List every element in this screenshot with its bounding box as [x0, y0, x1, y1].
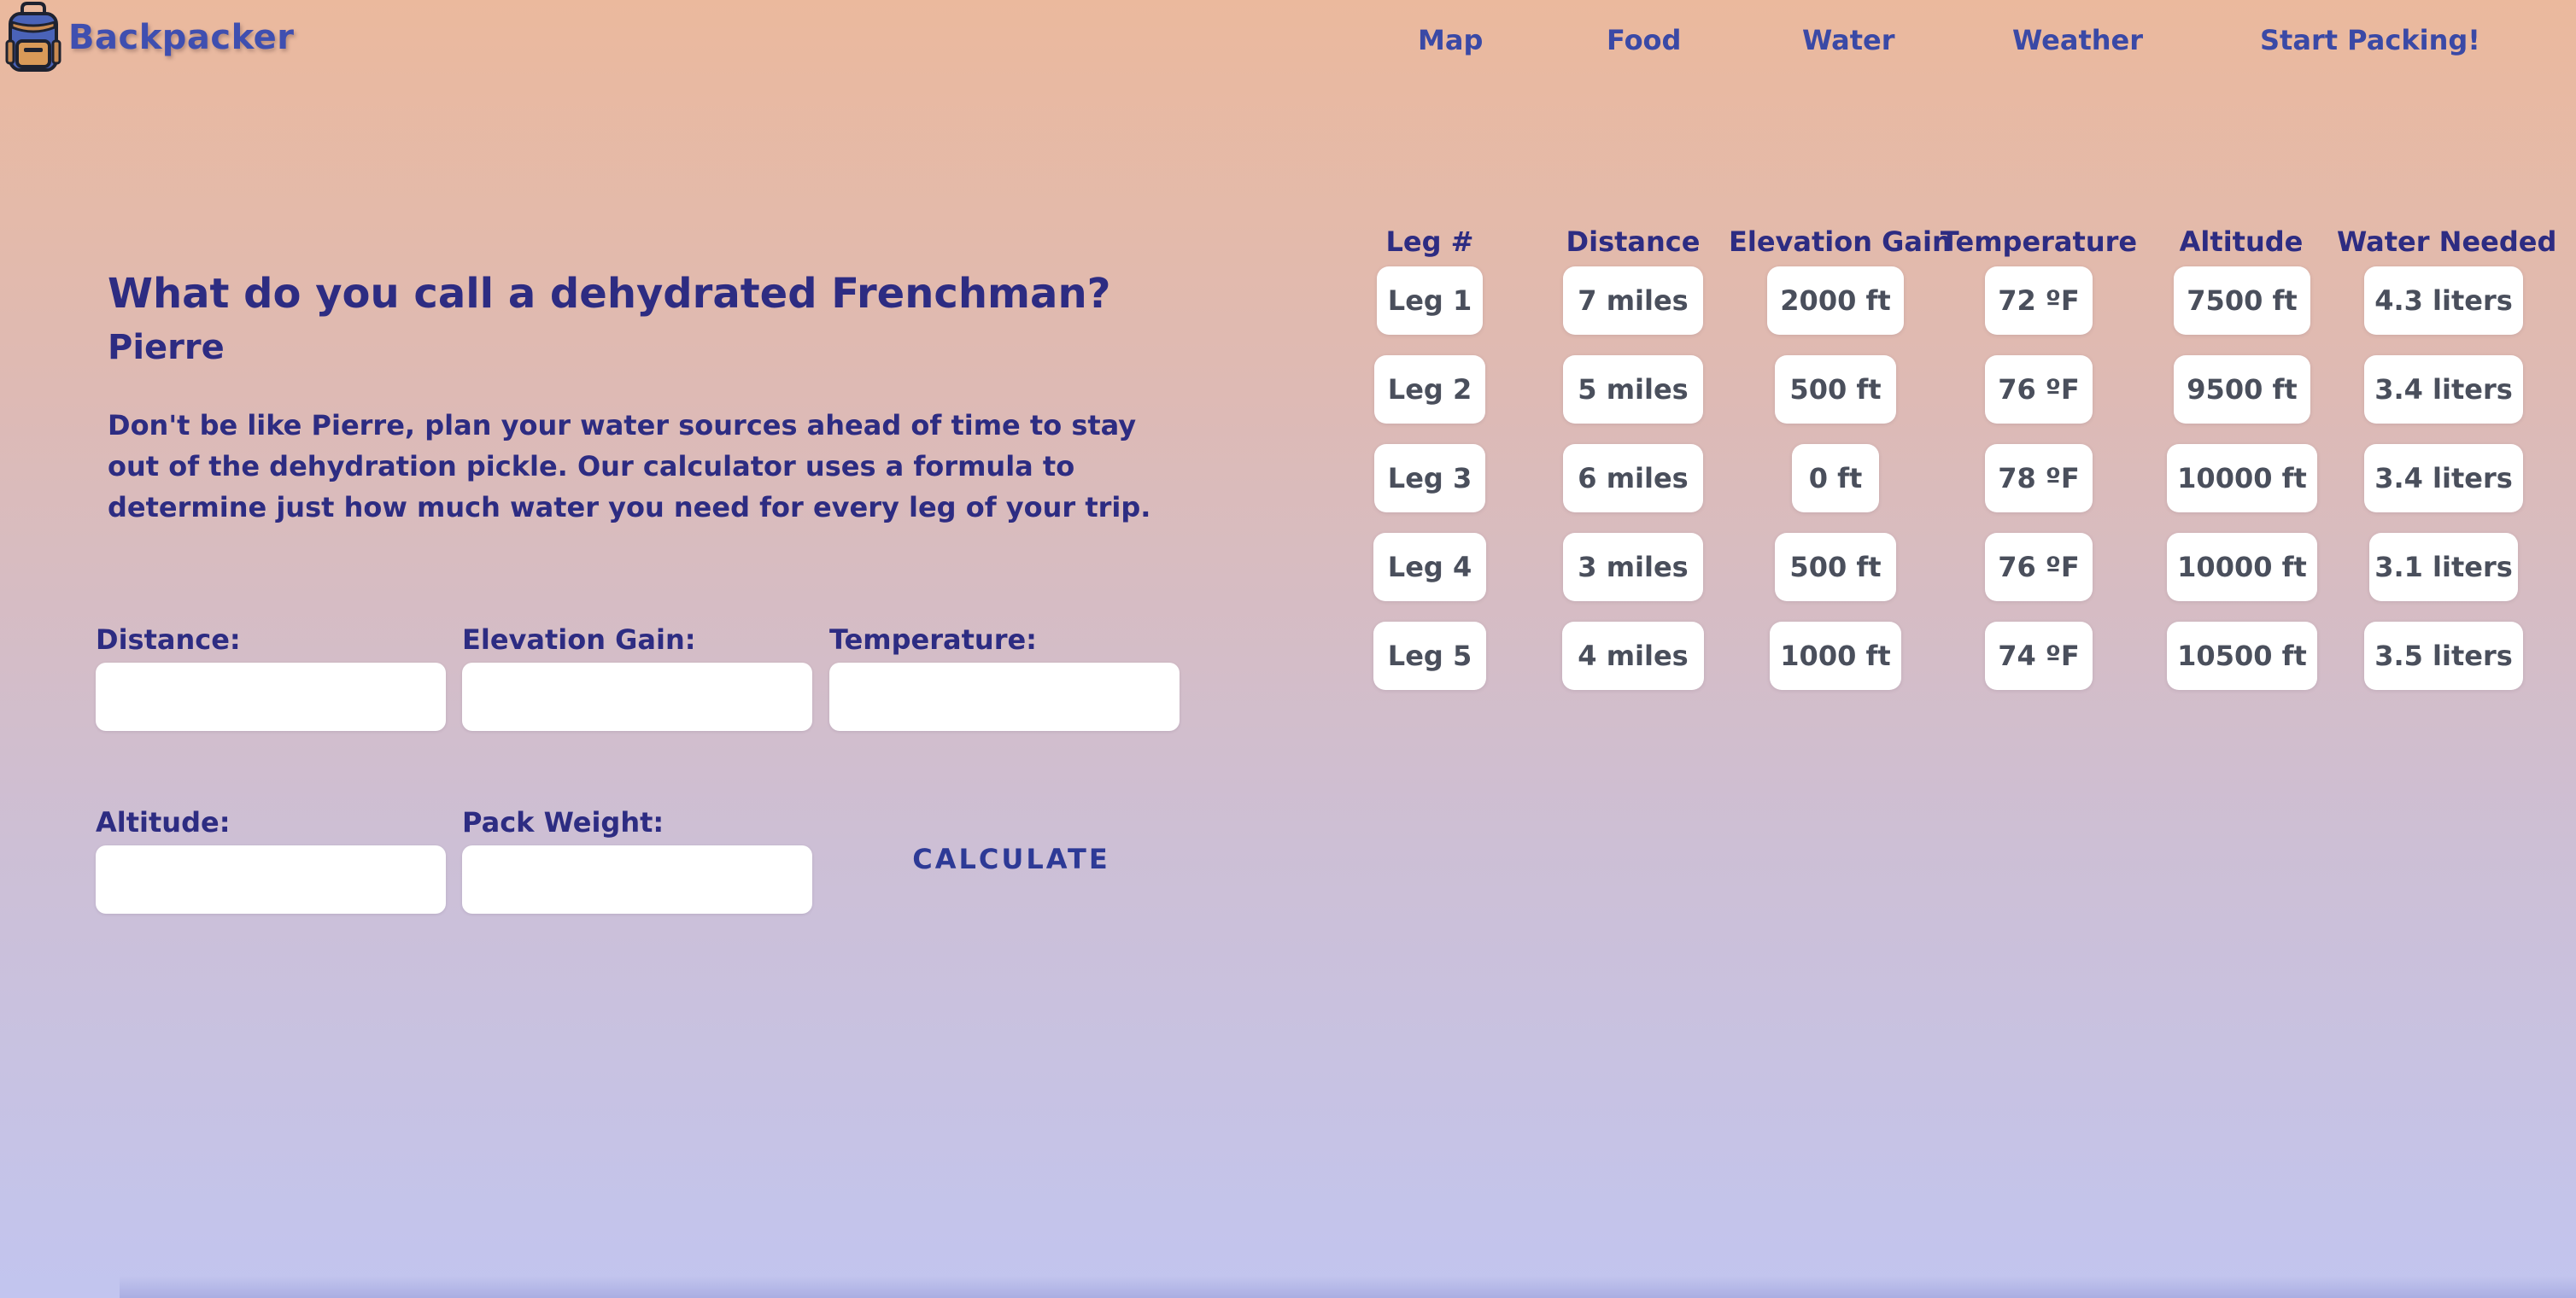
- cell-distance: 7 miles: [1563, 266, 1703, 335]
- column-header-water-needed: Water Needed: [2337, 225, 2557, 258]
- distance-input[interactable]: [96, 663, 446, 731]
- cell-leg: Leg 2: [1374, 355, 1485, 424]
- temperature-input[interactable]: [829, 663, 1180, 731]
- cell-leg: Leg 3: [1374, 444, 1485, 512]
- column-header-altitude: Altitude: [2179, 225, 2304, 258]
- cell-elevation-gain: 2000 ft: [1767, 266, 1904, 335]
- altitude-input[interactable]: [96, 845, 446, 914]
- cell-elevation-gain: 500 ft: [1775, 533, 1896, 601]
- cell-leg: Leg 1: [1377, 266, 1483, 335]
- column-header-distance: Distance: [1566, 225, 1701, 258]
- brand[interactable]: Backpacker: [5, 2, 295, 73]
- joke-answer: Pierre: [108, 328, 225, 367]
- altitude-label: Altitude:: [96, 806, 231, 839]
- cell-water-needed: 3.4 liters: [2364, 355, 2523, 424]
- cell-altitude: 7500 ft: [2174, 266, 2310, 335]
- cell-elevation-gain: 0 ft: [1792, 444, 1879, 512]
- cell-altitude: 10000 ft: [2167, 533, 2317, 601]
- temperature-label: Temperature:: [829, 623, 1037, 656]
- pack-weight-label: Pack Weight:: [462, 806, 664, 839]
- cell-temperature: 72 ºF: [1985, 266, 2093, 335]
- calculate-button[interactable]: CALCULATE: [912, 837, 1110, 881]
- column-header-elevation-gain: Elevation Gain: [1729, 225, 1952, 258]
- cell-water-needed: 3.4 liters: [2364, 444, 2523, 512]
- cell-distance: 3 miles: [1563, 533, 1703, 601]
- intro-description: Don't be like Pierre, plan your water so…: [108, 409, 1151, 523]
- cell-altitude: 10500 ft: [2167, 622, 2317, 690]
- cell-water-needed: 4.3 liters: [2364, 266, 2523, 335]
- cell-temperature: 76 ºF: [1985, 355, 2093, 424]
- cell-leg: Leg 5: [1373, 622, 1486, 690]
- cell-elevation-gain: 500 ft: [1775, 355, 1896, 424]
- column-header-temperature: Temperature: [1940, 225, 2138, 258]
- nav-item-water[interactable]: Water: [1802, 24, 1895, 56]
- cell-temperature: 76 ºF: [1985, 533, 2093, 601]
- elevation-gain-input[interactable]: [462, 663, 812, 731]
- bottom-shadow: [120, 1276, 2576, 1298]
- distance-label: Distance:: [96, 623, 241, 656]
- joke-title: What do you call a dehydrated Frenchman?: [108, 270, 1111, 318]
- cell-elevation-gain: 1000 ft: [1770, 622, 1901, 690]
- backpack-icon: [5, 2, 61, 72]
- brand-name: Backpacker: [68, 18, 295, 57]
- cell-distance: 4 miles: [1562, 622, 1704, 690]
- nav-item-food[interactable]: Food: [1607, 24, 1681, 56]
- nav-item-map[interactable]: Map: [1418, 24, 1483, 56]
- cell-leg: Leg 4: [1373, 533, 1486, 601]
- pack-weight-input[interactable]: [462, 845, 812, 914]
- elevation-gain-label: Elevation Gain:: [462, 623, 696, 656]
- cell-distance: 5 miles: [1563, 355, 1703, 424]
- nav-item-weather[interactable]: Weather: [2012, 24, 2143, 56]
- cell-altitude: 10000 ft: [2167, 444, 2317, 512]
- cell-water-needed: 3.5 liters: [2364, 622, 2523, 690]
- cell-temperature: 78 ºF: [1985, 444, 2093, 512]
- cell-temperature: 74 ºF: [1985, 622, 2093, 690]
- column-header-leg: Leg #: [1385, 225, 1474, 258]
- cell-distance: 6 miles: [1563, 444, 1703, 512]
- nav-item-start-packing[interactable]: Start Packing!: [2260, 24, 2480, 56]
- cell-altitude: 9500 ft: [2174, 355, 2310, 424]
- cell-water-needed: 3.1 liters: [2369, 533, 2518, 601]
